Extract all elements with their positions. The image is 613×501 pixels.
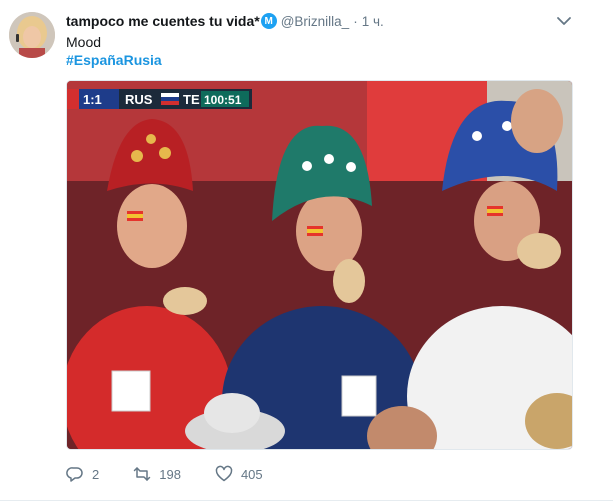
like-count: 405 — [240, 466, 263, 482]
tweet-timestamp[interactable]: 1 ч. — [362, 14, 384, 29]
score-text: 1:1 — [83, 92, 102, 107]
tweet-photo[interactable]: 1:1 RUS TE 100:51 — [66, 80, 573, 450]
tweet-card[interactable]: tampoco me cuentes tu vida* M @Briznilla… — [0, 0, 613, 501]
user-handle[interactable]: @Briznilla_ — [281, 14, 349, 29]
chevron-down-icon[interactable] — [556, 14, 572, 28]
avatar-image — [9, 12, 55, 58]
retweet-count: 198 — [159, 466, 181, 482]
team-away-text: TE — [183, 92, 200, 107]
tweet-actions: 2 198 405 — [66, 463, 297, 485]
reply-icon — [66, 467, 83, 482]
verified-badge-icon: M — [260, 13, 277, 29]
tweet-text: Mood #EspañaRusia — [66, 33, 162, 69]
retweet-icon — [133, 467, 151, 481]
separator-dot: · — [353, 13, 358, 29]
team-home-text: RUS — [125, 92, 153, 107]
display-name[interactable]: tampoco me cuentes tu vida* — [66, 13, 260, 29]
reply-button[interactable]: 2 — [66, 465, 99, 483]
reply-count: 2 — [92, 466, 100, 482]
tweet-body: Mood — [66, 34, 102, 50]
retweet-button[interactable]: 198 — [133, 465, 181, 483]
photo-image: 1:1 RUS TE 100:51 — [67, 81, 572, 449]
like-button[interactable]: 405 — [215, 465, 263, 483]
heart-icon — [215, 465, 233, 482]
avatar[interactable] — [9, 12, 55, 58]
match-clock-text: 100:51 — [204, 93, 242, 107]
tweet-header: tampoco me cuentes tu vida* M @Briznilla… — [66, 11, 573, 31]
hashtag-link[interactable]: #EspañaRusia — [66, 51, 162, 69]
